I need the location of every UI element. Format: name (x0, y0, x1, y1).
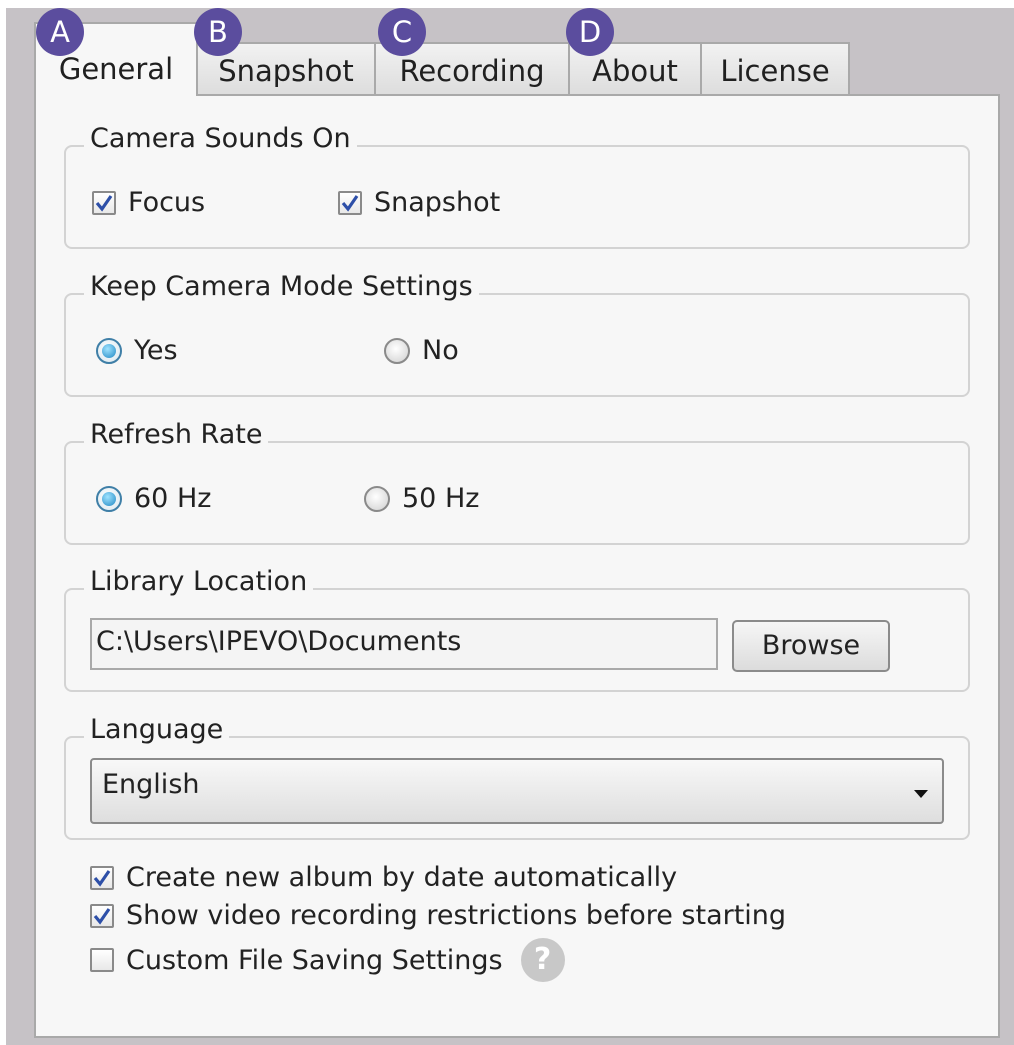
snapshot-sound-label: Snapshot (374, 187, 501, 218)
album-by-date-checkbox[interactable]: Create new album by date automatically (90, 862, 677, 893)
keep-mode-title: Keep Camera Mode Settings (84, 271, 479, 302)
focus-checkbox[interactable]: Focus (92, 187, 205, 218)
snapshot-sound-checkbox[interactable]: Snapshot (338, 187, 500, 218)
radio-selected-icon (96, 485, 122, 512)
camera-sounds-title: Camera Sounds On (84, 123, 357, 154)
album-by-date-label: Create new album by date automatically (126, 862, 678, 893)
library-location-title: Library Location (84, 566, 314, 597)
keep-mode-no-label: No (422, 335, 459, 366)
radio-selected-icon (96, 337, 122, 364)
checkbox-empty-icon (90, 948, 114, 972)
refresh-60hz-label: 60 Hz (134, 483, 212, 514)
refresh-60hz-radio[interactable]: 60 Hz (96, 483, 211, 514)
language-group: Language English (64, 714, 970, 840)
checkmark-icon (90, 903, 114, 928)
checkmark-icon (338, 190, 362, 215)
language-selected-value: English (102, 769, 200, 800)
recording-restrictions-checkbox[interactable]: Show video recording restrictions before… (90, 900, 786, 931)
refresh-50hz-label: 50 Hz (402, 483, 480, 514)
recording-restrictions-label: Show video recording restrictions before… (126, 900, 787, 931)
keep-mode-group: Keep Camera Mode Settings Yes No (64, 271, 970, 397)
keep-mode-yes-radio[interactable]: Yes (96, 335, 178, 366)
checkmark-icon (92, 190, 116, 215)
keep-mode-yes-label: Yes (134, 335, 178, 366)
refresh-rate-group: Refresh Rate 60 Hz 50 Hz (64, 419, 970, 545)
language-title: Language (84, 714, 230, 745)
refresh-rate-title: Refresh Rate (84, 419, 269, 450)
radio-unselected-icon (384, 337, 410, 364)
badge-b: B (194, 8, 242, 56)
radio-unselected-icon (364, 485, 390, 512)
camera-sounds-group: Camera Sounds On Focus Snapshot (64, 123, 970, 249)
browse-button[interactable]: Browse (732, 620, 890, 672)
custom-file-saving-checkbox[interactable]: Custom File Saving Settings ? (90, 938, 565, 982)
badge-c: C (378, 8, 426, 56)
language-select[interactable]: English (90, 758, 944, 824)
question-circle-icon[interactable]: ? (520, 938, 565, 982)
chevron-down-icon (914, 790, 928, 798)
keep-mode-no-radio[interactable]: No (384, 335, 459, 366)
badge-d: D (566, 8, 614, 56)
checkmark-icon (90, 865, 114, 890)
tab-license[interactable]: License (700, 42, 850, 94)
focus-label: Focus (128, 187, 206, 218)
badge-a: A (36, 8, 84, 56)
library-location-group: Library Location C:\Users\IPEVO\Document… (64, 566, 970, 692)
library-path-field[interactable]: C:\Users\IPEVO\Documents (90, 618, 718, 670)
custom-file-saving-label: Custom File Saving Settings (126, 944, 503, 976)
refresh-50hz-radio[interactable]: 50 Hz (364, 483, 479, 514)
